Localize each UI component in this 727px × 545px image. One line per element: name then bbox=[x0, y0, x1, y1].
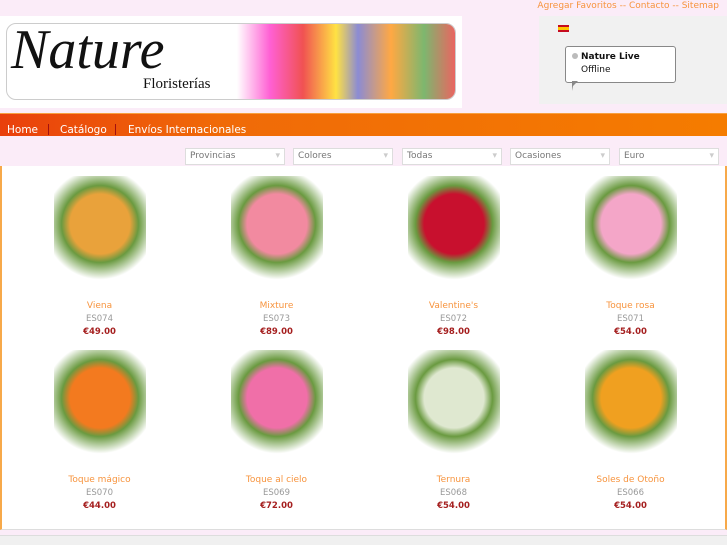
todas-select[interactable]: Todas bbox=[402, 148, 502, 165]
colores-select[interactable]: Colores bbox=[293, 148, 393, 165]
product-name[interactable]: Toque rosa bbox=[542, 301, 719, 311]
product-code: ES070 bbox=[86, 488, 113, 498]
product-image[interactable] bbox=[584, 176, 677, 296]
product-code: ES072 bbox=[440, 314, 467, 324]
product-code: ES071 bbox=[617, 314, 644, 324]
product-price: €54.00 bbox=[437, 501, 470, 511]
product-code: ES068 bbox=[440, 488, 467, 498]
product-price: €72.00 bbox=[260, 501, 293, 511]
ocasiones-select[interactable]: Ocasiones bbox=[510, 148, 610, 165]
live-chat-panel: Nature Live Offline bbox=[539, 16, 727, 104]
product-card[interactable]: Toque mágico ES070 €44.00 bbox=[11, 340, 188, 514]
add-favorites-link[interactable]: Agregar Favoritos bbox=[537, 1, 616, 11]
logo-word: Nature bbox=[11, 23, 165, 81]
chat-bubble[interactable]: Nature Live Offline bbox=[565, 46, 676, 91]
product-code: ES074 bbox=[86, 314, 113, 324]
product-name[interactable]: Valentine's bbox=[365, 301, 542, 311]
spain-flag-icon[interactable] bbox=[558, 25, 569, 32]
product-image[interactable] bbox=[230, 350, 323, 470]
product-price: €54.00 bbox=[614, 501, 647, 511]
logo-banner[interactable]: Nature Floristerías bbox=[0, 16, 462, 108]
status-dot-icon bbox=[572, 53, 578, 59]
footer bbox=[0, 535, 727, 545]
nav-home[interactable]: Home bbox=[7, 124, 38, 136]
contact-link[interactable]: Contacto bbox=[629, 1, 670, 11]
product-name[interactable]: Toque al cielo bbox=[188, 475, 365, 485]
currency-select[interactable]: Euro bbox=[619, 148, 719, 165]
chat-status: Offline bbox=[581, 65, 611, 75]
product-grid-panel: Viena ES074 €49.00 Mixture ES073 €89.00 … bbox=[0, 166, 727, 530]
flowers-image bbox=[237, 24, 455, 99]
product-image[interactable] bbox=[407, 350, 500, 470]
top-links: Agregar Favoritos -- Contacto -- Sitemap bbox=[537, 1, 719, 11]
product-name[interactable]: Soles de Otoño bbox=[542, 475, 719, 485]
product-price: €98.00 bbox=[437, 327, 470, 337]
product-name[interactable]: Ternura bbox=[365, 475, 542, 485]
nav-envios[interactable]: Envíos Internacionales bbox=[128, 124, 246, 136]
product-price: €89.00 bbox=[260, 327, 293, 337]
nav-catalogo[interactable]: Catálogo bbox=[60, 124, 107, 136]
main-nav: Home Catálogo Envíos Internacionales bbox=[0, 113, 727, 136]
product-image[interactable] bbox=[584, 350, 677, 470]
product-card[interactable]: Viena ES074 €49.00 bbox=[11, 166, 188, 340]
nav-divider bbox=[48, 124, 49, 135]
product-image[interactable] bbox=[230, 176, 323, 296]
product-code: ES066 bbox=[617, 488, 644, 498]
nav-divider bbox=[115, 124, 116, 135]
sitemap-link[interactable]: Sitemap bbox=[682, 1, 719, 11]
product-price: €49.00 bbox=[83, 327, 116, 337]
product-card[interactable]: Toque al cielo ES069 €72.00 bbox=[188, 340, 365, 514]
product-code: ES073 bbox=[263, 314, 290, 324]
product-image[interactable] bbox=[407, 176, 500, 296]
product-price: €44.00 bbox=[83, 501, 116, 511]
product-name[interactable]: Mixture bbox=[188, 301, 365, 311]
product-card[interactable]: Soles de Otoño ES066 €54.00 bbox=[542, 340, 719, 514]
product-name[interactable]: Viena bbox=[11, 301, 188, 311]
product-card[interactable]: Toque rosa ES071 €54.00 bbox=[542, 166, 719, 340]
logo-subtitle: Floristerías bbox=[143, 76, 211, 92]
provincias-select[interactable]: Provincias bbox=[185, 148, 285, 165]
product-price: €54.00 bbox=[614, 327, 647, 337]
product-card[interactable]: Valentine's ES072 €98.00 bbox=[365, 166, 542, 340]
product-image[interactable] bbox=[53, 350, 146, 470]
product-card[interactable]: Ternura ES068 €54.00 bbox=[365, 340, 542, 514]
product-name[interactable]: Toque mágico bbox=[11, 475, 188, 485]
product-image[interactable] bbox=[53, 176, 146, 296]
product-card[interactable]: Mixture ES073 €89.00 bbox=[188, 166, 365, 340]
product-code: ES069 bbox=[263, 488, 290, 498]
